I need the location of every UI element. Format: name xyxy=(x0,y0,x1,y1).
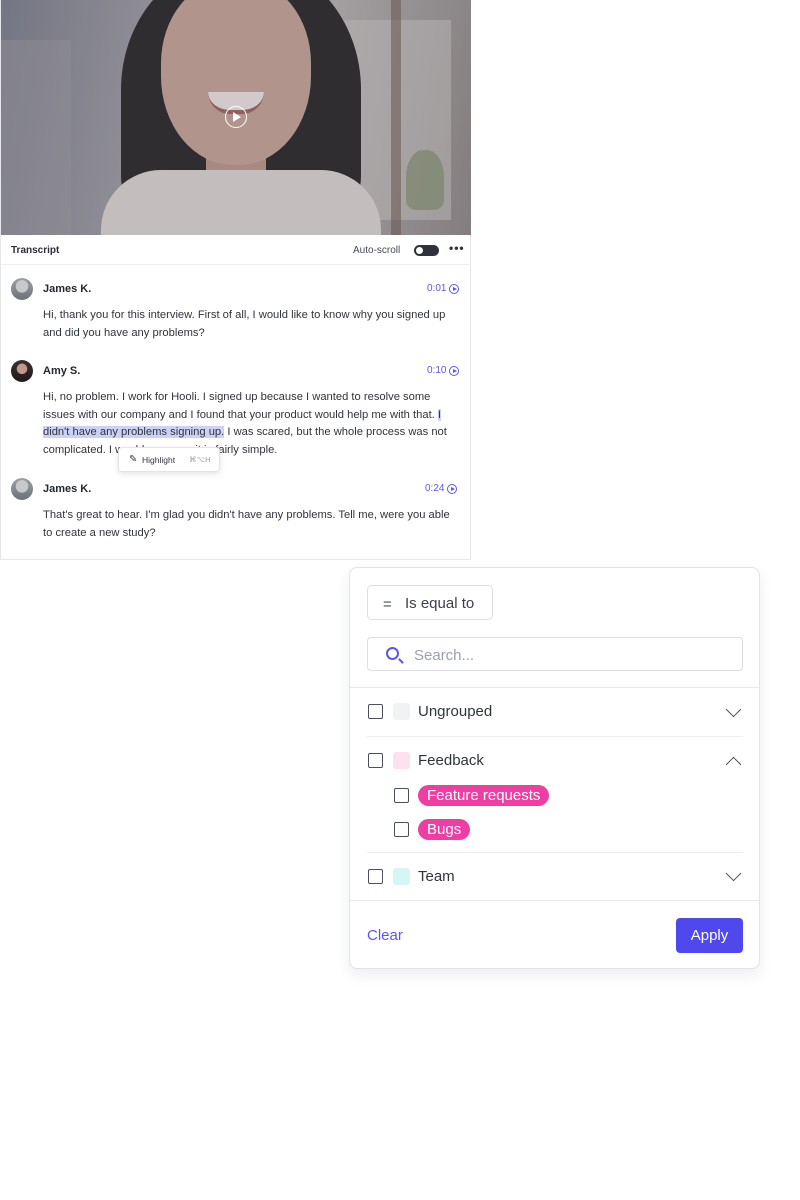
group-label-feedback[interactable]: Feedback xyxy=(418,752,484,769)
autoscroll-label: Auto-scroll xyxy=(353,245,401,256)
speaker-name: James K. xyxy=(43,483,92,495)
apply-button[interactable]: Apply xyxy=(676,918,743,953)
speaker-name: James K. xyxy=(43,283,92,295)
group-color-swatch xyxy=(393,703,410,720)
divider xyxy=(350,900,759,901)
tag-checkbox-feature-requests[interactable] xyxy=(394,788,409,803)
operator-label: Is equal to xyxy=(405,595,475,612)
group-label-ungrouped[interactable]: Ungrouped xyxy=(418,703,492,720)
pen-icon: ✎ xyxy=(129,454,138,465)
transcript-text-before: Hi, no problem. I work for Hooli. I sign… xyxy=(43,391,438,421)
equals-icon: = xyxy=(383,596,392,613)
chevron-up-icon[interactable] xyxy=(725,756,742,773)
search-icon xyxy=(386,647,399,660)
play-small-icon xyxy=(449,365,460,376)
play-small-icon xyxy=(449,283,460,294)
divider xyxy=(367,852,743,853)
highlight-tooltip[interactable]: ✎ Highlight ⌘⌥H xyxy=(118,447,220,472)
more-options-icon[interactable]: ••• xyxy=(449,241,465,255)
tag-pill-feature-requests[interactable]: Feature requests xyxy=(418,785,550,806)
speaker-name: Amy S. xyxy=(43,365,81,377)
timestamp-value: 0:10 xyxy=(427,365,447,376)
tag-pill-bugs[interactable]: Bugs xyxy=(418,819,471,840)
transcript-text: That's great to hear. I'm glad you didn'… xyxy=(43,509,450,539)
timestamp-link[interactable]: 0:01 xyxy=(427,283,460,294)
tag-checkbox-bugs[interactable] xyxy=(394,822,409,837)
transcript-header: Transcript Auto-scroll ••• xyxy=(1,235,471,265)
man-avatar xyxy=(11,478,33,500)
divider xyxy=(367,736,743,737)
transcript-title: Transcript xyxy=(11,245,60,256)
group-checkbox-feedback[interactable] xyxy=(368,753,383,768)
group-label-team[interactable]: Team xyxy=(418,868,455,885)
group-checkbox-team[interactable] xyxy=(368,869,383,884)
timestamp-value: 0:01 xyxy=(427,283,447,294)
group-color-swatch xyxy=(393,868,410,885)
search-field[interactable] xyxy=(367,637,743,671)
group-checkbox-ungrouped[interactable] xyxy=(368,704,383,719)
transcript-text[interactable]: Hi, no problem. I work for Hooli. I sign… xyxy=(43,389,458,459)
timestamp-value: 0:24 xyxy=(425,483,445,494)
transcript-panel: Transcript Auto-scroll ••• James K. 0:01… xyxy=(0,0,471,560)
chevron-down-icon[interactable] xyxy=(725,865,742,882)
timestamp-link[interactable]: 0:10 xyxy=(427,365,460,376)
divider xyxy=(350,687,759,688)
tag-filter-dropdown: = Is equal to Ungrouped Feedback Feature… xyxy=(349,567,760,969)
autoscroll-toggle[interactable] xyxy=(414,245,439,256)
woman-avatar xyxy=(11,360,33,382)
search-input[interactable] xyxy=(414,644,714,666)
play-small-icon xyxy=(447,483,458,494)
clear-button[interactable]: Clear xyxy=(367,927,403,944)
keyboard-shortcut: ⌘⌥H xyxy=(189,455,211,464)
video-player[interactable] xyxy=(1,0,471,235)
timestamp-link[interactable]: 0:24 xyxy=(425,483,458,494)
play-circle-icon[interactable] xyxy=(225,106,247,128)
group-color-swatch xyxy=(393,752,410,769)
operator-select[interactable]: = Is equal to xyxy=(367,585,493,620)
man-avatar xyxy=(11,278,33,300)
highlight-label: Highlight xyxy=(142,455,176,465)
chevron-down-icon[interactable] xyxy=(725,701,742,718)
transcript-text: Hi, thank you for this interview. First … xyxy=(43,309,446,339)
